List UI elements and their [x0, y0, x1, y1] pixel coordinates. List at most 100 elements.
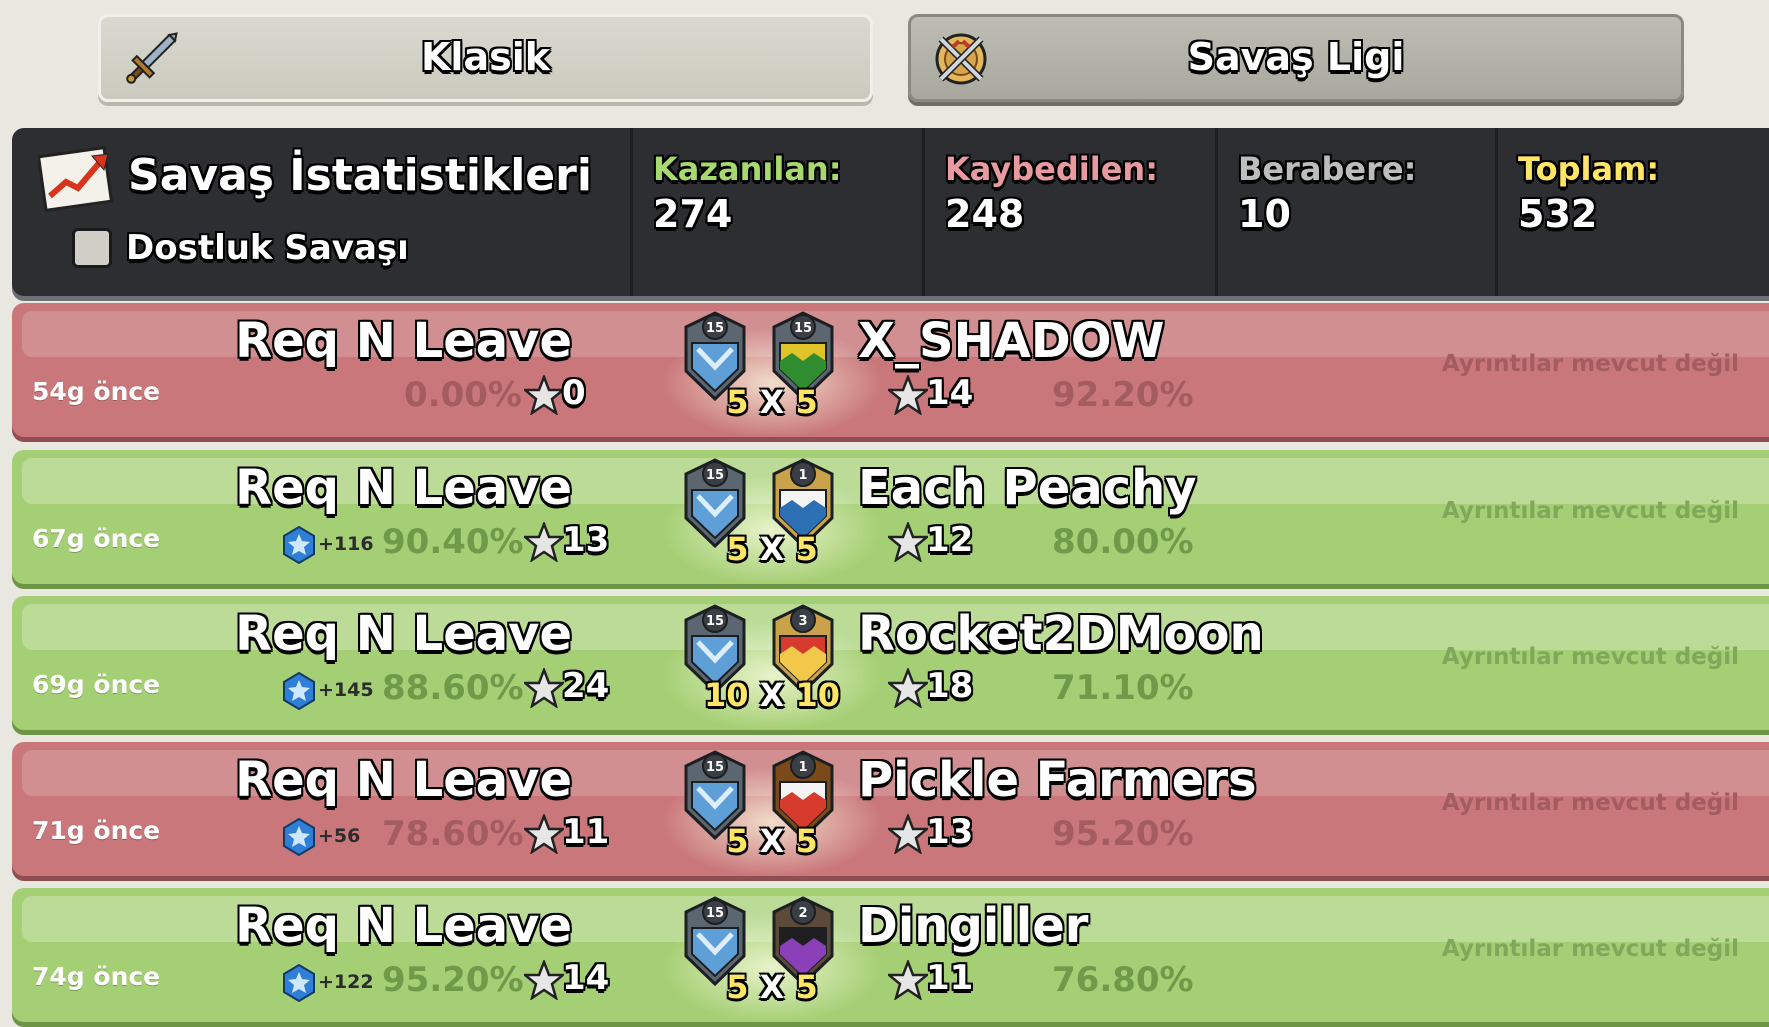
- tab-classic-label: Klasik: [420, 35, 551, 79]
- enemy-stars: 18: [926, 666, 974, 706]
- details-unavailable: Ayrıntılar mevcut değil: [1441, 351, 1739, 377]
- our-destruction-pct: 95.20%: [382, 960, 524, 1000]
- stat-draw: Berabere: 10: [1215, 128, 1496, 296]
- war-log-row[interactable]: 67g önce +116 90.40% 13 Req N Leave 15 1…: [12, 450, 1769, 584]
- stat-draw-value: 10: [1238, 192, 1291, 236]
- war-size-theirs: 5: [795, 530, 818, 568]
- our-clan-name: Req N Leave: [235, 898, 572, 954]
- our-stars: 11: [562, 812, 610, 852]
- war-size-x: X: [759, 676, 785, 714]
- friendly-war-checkbox[interactable]: [72, 228, 112, 268]
- war-trophy-icon: [282, 963, 316, 1003]
- enemy-stars: 14: [926, 373, 974, 413]
- details-unavailable: Ayrıntılar mevcut değil: [1441, 498, 1739, 524]
- svg-text:15: 15: [706, 906, 724, 921]
- our-clan-name: Req N Leave: [235, 752, 572, 808]
- details-unavailable: Ayrıntılar mevcut değil: [1441, 644, 1739, 670]
- stat-lost-label: Kaybedilen:: [945, 150, 1158, 188]
- enemy-clan-name: Rocket2DMoon: [858, 606, 1264, 662]
- stat-lost: Kaybedilen: 248: [922, 128, 1215, 296]
- svg-text:15: 15: [706, 614, 724, 629]
- war-size-ours: 5: [726, 530, 749, 568]
- war-size: 5 X 5: [672, 530, 872, 568]
- our-stars: 13: [562, 520, 610, 560]
- star-icon: [885, 812, 931, 855]
- war-size-x: X: [759, 968, 785, 1006]
- war-log-row[interactable]: 69g önce +145 88.60% 24 Req N Leave 15 3…: [12, 596, 1769, 730]
- war-size-ours: 5: [726, 968, 749, 1006]
- enemy-stars: 13: [926, 812, 974, 852]
- stat-total: Toplam: 532: [1495, 128, 1769, 296]
- war-time-ago: 67g önce: [32, 524, 161, 553]
- enemy-clan-name: X_SHADOW: [858, 313, 1165, 369]
- stat-won: Kazanılan: 274: [630, 128, 923, 296]
- war-size-ours: 10: [703, 676, 749, 714]
- war-trophy-icon: [282, 525, 316, 565]
- stat-won-value: 274: [653, 192, 733, 236]
- star-icon: [521, 373, 567, 416]
- svg-text:15: 15: [706, 468, 724, 483]
- war-size-theirs: 5: [795, 822, 818, 860]
- war-size-x: X: [759, 530, 785, 568]
- war-size-theirs: 10: [795, 676, 840, 714]
- stat-won-label: Kazanılan:: [653, 150, 842, 188]
- war-size-ours: 5: [726, 822, 749, 860]
- war-trophy-gain: +145: [318, 679, 374, 701]
- our-destruction-pct: 88.60%: [382, 668, 524, 708]
- war-size-ours: 5: [726, 383, 749, 421]
- war-trophy-gain: +116: [318, 533, 374, 555]
- war-trophy-gain: +56: [318, 825, 361, 847]
- war-log-row[interactable]: 71g önce +56 78.60% 11 Req N Leave 15 1 …: [12, 742, 1769, 876]
- war-size-x: X: [759, 383, 785, 421]
- star-icon: [521, 812, 567, 855]
- svg-text:15: 15: [706, 760, 724, 775]
- details-unavailable: Ayrıntılar mevcut değil: [1441, 790, 1739, 816]
- enemy-destruction-pct: 95.20%: [1052, 814, 1194, 854]
- war-time-ago: 74g önce: [32, 962, 161, 991]
- star-icon: [885, 520, 931, 563]
- our-stars: 0: [562, 373, 586, 413]
- war-trophy-icon: [282, 671, 316, 711]
- star-icon: [521, 666, 567, 709]
- war-time-ago: 54g önce: [32, 377, 161, 406]
- star-icon: [885, 666, 931, 709]
- enemy-destruction-pct: 76.80%: [1052, 960, 1194, 1000]
- enemy-clan-name: Each Peachy: [858, 460, 1197, 516]
- war-size: 5 X 5: [672, 822, 872, 860]
- star-icon: [521, 958, 567, 1001]
- war-log-row[interactable]: 54g önce 0.00% 0 Req N Leave 15 15 5 X 5…: [12, 303, 1769, 437]
- war-log-row[interactable]: 74g önce +122 95.20% 14 Req N Leave 15 2…: [12, 888, 1769, 1022]
- our-clan-name: Req N Leave: [235, 313, 572, 369]
- enemy-clan-name: Dingiller: [858, 898, 1089, 954]
- enemy-destruction-pct: 80.00%: [1052, 522, 1194, 562]
- svg-text:15: 15: [706, 321, 724, 336]
- war-size-theirs: 5: [795, 383, 818, 421]
- war-size: 5 X 5: [672, 383, 872, 421]
- our-destruction-pct: 90.40%: [382, 522, 524, 562]
- war-size: 10 X 10: [672, 676, 872, 714]
- war-time-ago: 71g önce: [32, 816, 161, 845]
- tab-war-league[interactable]: Savaş Ligi: [908, 14, 1684, 102]
- our-clan-name: Req N Leave: [235, 606, 572, 662]
- svg-text:2: 2: [798, 906, 807, 921]
- stat-total-value: 532: [1518, 192, 1598, 236]
- war-size: 5 X 5: [672, 968, 872, 1006]
- war-size-x: X: [759, 822, 785, 860]
- stat-total-label: Toplam:: [1518, 150, 1660, 188]
- svg-text:1: 1: [798, 468, 807, 483]
- our-stars: 24: [562, 666, 610, 706]
- war-time-ago: 69g önce: [32, 670, 161, 699]
- stats-title: Savaş İstatistikleri: [128, 150, 592, 201]
- enemy-clan-name: Pickle Farmers: [858, 752, 1257, 808]
- svg-text:1: 1: [798, 760, 807, 775]
- friendly-war-label: Dostluk Savaşı: [126, 228, 409, 268]
- enemy-destruction-pct: 92.20%: [1052, 375, 1194, 415]
- svg-text:15: 15: [794, 321, 812, 336]
- star-icon: [521, 520, 567, 563]
- enemy-stars: 11: [926, 958, 974, 998]
- our-clan-name: Req N Leave: [235, 460, 572, 516]
- tab-war-league-label: Savaş Ligi: [1187, 35, 1405, 79]
- war-trophy-icon: [282, 817, 316, 857]
- chart-icon: [38, 146, 114, 212]
- tab-classic[interactable]: Klasik: [98, 14, 873, 102]
